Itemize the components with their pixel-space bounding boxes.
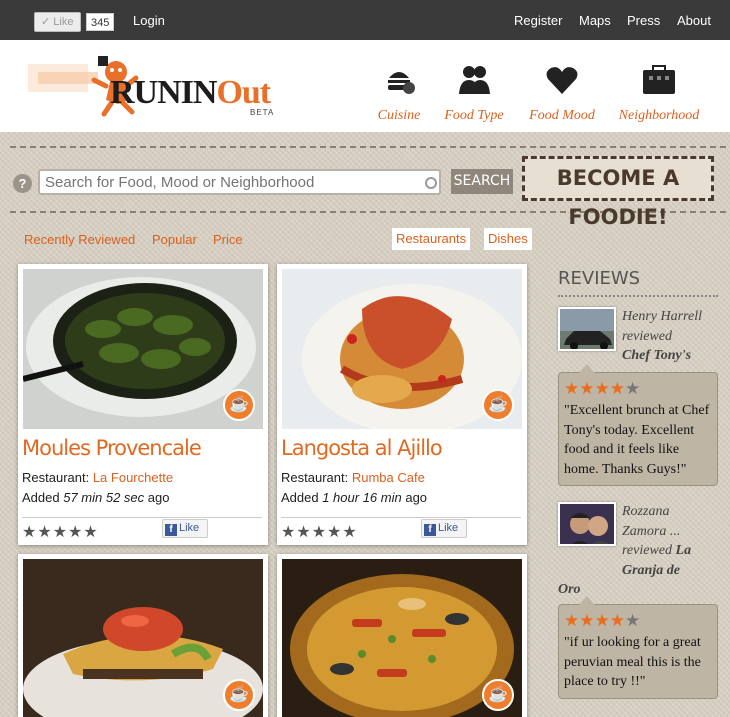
review-meta: Rozzana Zamora ... reviewed La Granja de — [622, 504, 692, 578]
facebook-like-button[interactable]: f Like — [421, 519, 467, 538]
tab-restaurants[interactable]: Restaurants — [392, 228, 471, 250]
people-icon — [459, 66, 490, 94]
review-meta: Henry Harrell reviewed Chef Tony's — [622, 309, 702, 363]
building-icon — [643, 65, 675, 94]
car-photo — [560, 309, 614, 349]
filter-price[interactable]: Price — [213, 232, 243, 247]
maps-link[interactable]: Maps — [579, 13, 611, 28]
review-text: "if ur looking for a great peruvian meal… — [564, 635, 701, 689]
avatar[interactable] — [558, 502, 616, 546]
reviewer-name[interactable]: Henry Harrell — [622, 309, 702, 324]
couple-photo — [560, 504, 614, 544]
review-rating-stars: ★★★★★ — [564, 379, 641, 398]
review-bubble: ★★★★★ "Excellent brunch at Chef Tony's t… — [558, 364, 718, 486]
clear-search-icon[interactable] — [425, 177, 437, 189]
beta-label: BETA — [250, 108, 275, 117]
dish-photo[interactable]: ☕ — [282, 559, 522, 717]
about-link[interactable]: About — [677, 13, 711, 28]
facebook-icon: f — [165, 524, 177, 536]
added-line: Added 1 hour 16 min ago — [281, 490, 428, 505]
top-bar: ✓ Like 345 Login Register Maps Press Abo… — [0, 0, 730, 40]
added-line: Added 57 min 52 sec ago — [22, 490, 170, 505]
dish-card[interactable]: ☕ — [18, 554, 268, 717]
nav-neighborhood[interactable]: Neighborhood — [616, 60, 702, 124]
divider — [281, 517, 521, 518]
nav-cuisine[interactable]: Cuisine — [376, 60, 422, 124]
restaurant-link[interactable]: Rumba Cafe — [352, 470, 425, 485]
dish-card[interactable]: ☕ Moules Provencale Restaurant: La Fourc… — [18, 264, 268, 545]
dish-bowl-icon: ☕ — [223, 389, 255, 421]
nav-food-mood[interactable]: Food Mood — [528, 60, 596, 124]
reviewed-place[interactable]: La — [676, 543, 692, 558]
dish-bowl-icon: ☕ — [223, 679, 255, 711]
facebook-icon: f — [424, 524, 436, 536]
restaurant-line: Restaurant: Rumba Cafe — [281, 470, 425, 485]
review-rating-stars: ★★★★★ — [564, 611, 641, 630]
heart-icon — [546, 67, 578, 94]
dish-photo[interactable]: ☕ — [23, 559, 263, 717]
filter-recently-reviewed[interactable]: Recently Reviewed — [24, 232, 135, 247]
search-input[interactable] — [38, 169, 441, 195]
tab-dishes[interactable]: Dishes — [484, 228, 532, 250]
login-link[interactable]: Login — [133, 13, 165, 28]
reviewer-name[interactable]: Rozzana — [622, 504, 669, 519]
dish-title[interactable]: Langosta al Ajillo — [281, 436, 443, 460]
facebook-like-button[interactable]: ✓ Like — [34, 12, 81, 32]
review-meta-continued: Oro — [558, 582, 581, 597]
avatar[interactable] — [558, 307, 616, 351]
search-button[interactable]: SEARCH — [451, 169, 513, 194]
filter-popular[interactable]: Popular — [152, 232, 197, 247]
divider — [10, 146, 726, 148]
dish-title[interactable]: Moules Provencale — [22, 436, 202, 460]
press-link[interactable]: Press — [627, 13, 660, 28]
dish-bowl-icon: ☕ — [482, 679, 514, 711]
dish-photo[interactable]: ☕ — [282, 269, 522, 429]
nav-food-type[interactable]: Food Type — [442, 60, 506, 124]
reviews-heading: REVIEWS — [558, 268, 641, 289]
rating-stars[interactable]: ★★★★★ — [281, 522, 358, 542]
divider — [22, 517, 262, 518]
dish-card[interactable]: ☕ Langosta al Ajillo Restaurant: Rumba C… — [277, 264, 527, 545]
restaurant-line: Restaurant: La Fourchette — [22, 470, 174, 485]
help-icon[interactable]: ? — [13, 174, 32, 193]
dish-card[interactable]: ☕ — [277, 554, 527, 717]
review-text: "Excellent brunch at Chef Tony's today. … — [564, 403, 710, 477]
like-count: 345 — [86, 13, 115, 31]
review-bubble: ★★★★★ "if ur looking for a great peruvia… — [558, 596, 718, 699]
dish-photo[interactable]: ☕ — [23, 269, 263, 429]
check-icon: ✓ — [41, 16, 54, 28]
logo-wordmark[interactable]: RUNINOut — [110, 74, 271, 112]
reviewed-place[interactable]: Chef Tony's — [622, 348, 691, 363]
become-foodie-button[interactable]: BECOME A FOODIE! — [522, 156, 714, 229]
rating-stars[interactable]: ★★★★★ — [22, 522, 99, 542]
restaurant-link[interactable]: La Fourchette — [93, 470, 173, 485]
divider — [558, 295, 718, 297]
facebook-like-button[interactable]: f Like — [162, 519, 208, 538]
dish-bowl-icon: ☕ — [482, 389, 514, 421]
burger-icon — [388, 72, 415, 94]
register-link[interactable]: Register — [514, 13, 562, 28]
